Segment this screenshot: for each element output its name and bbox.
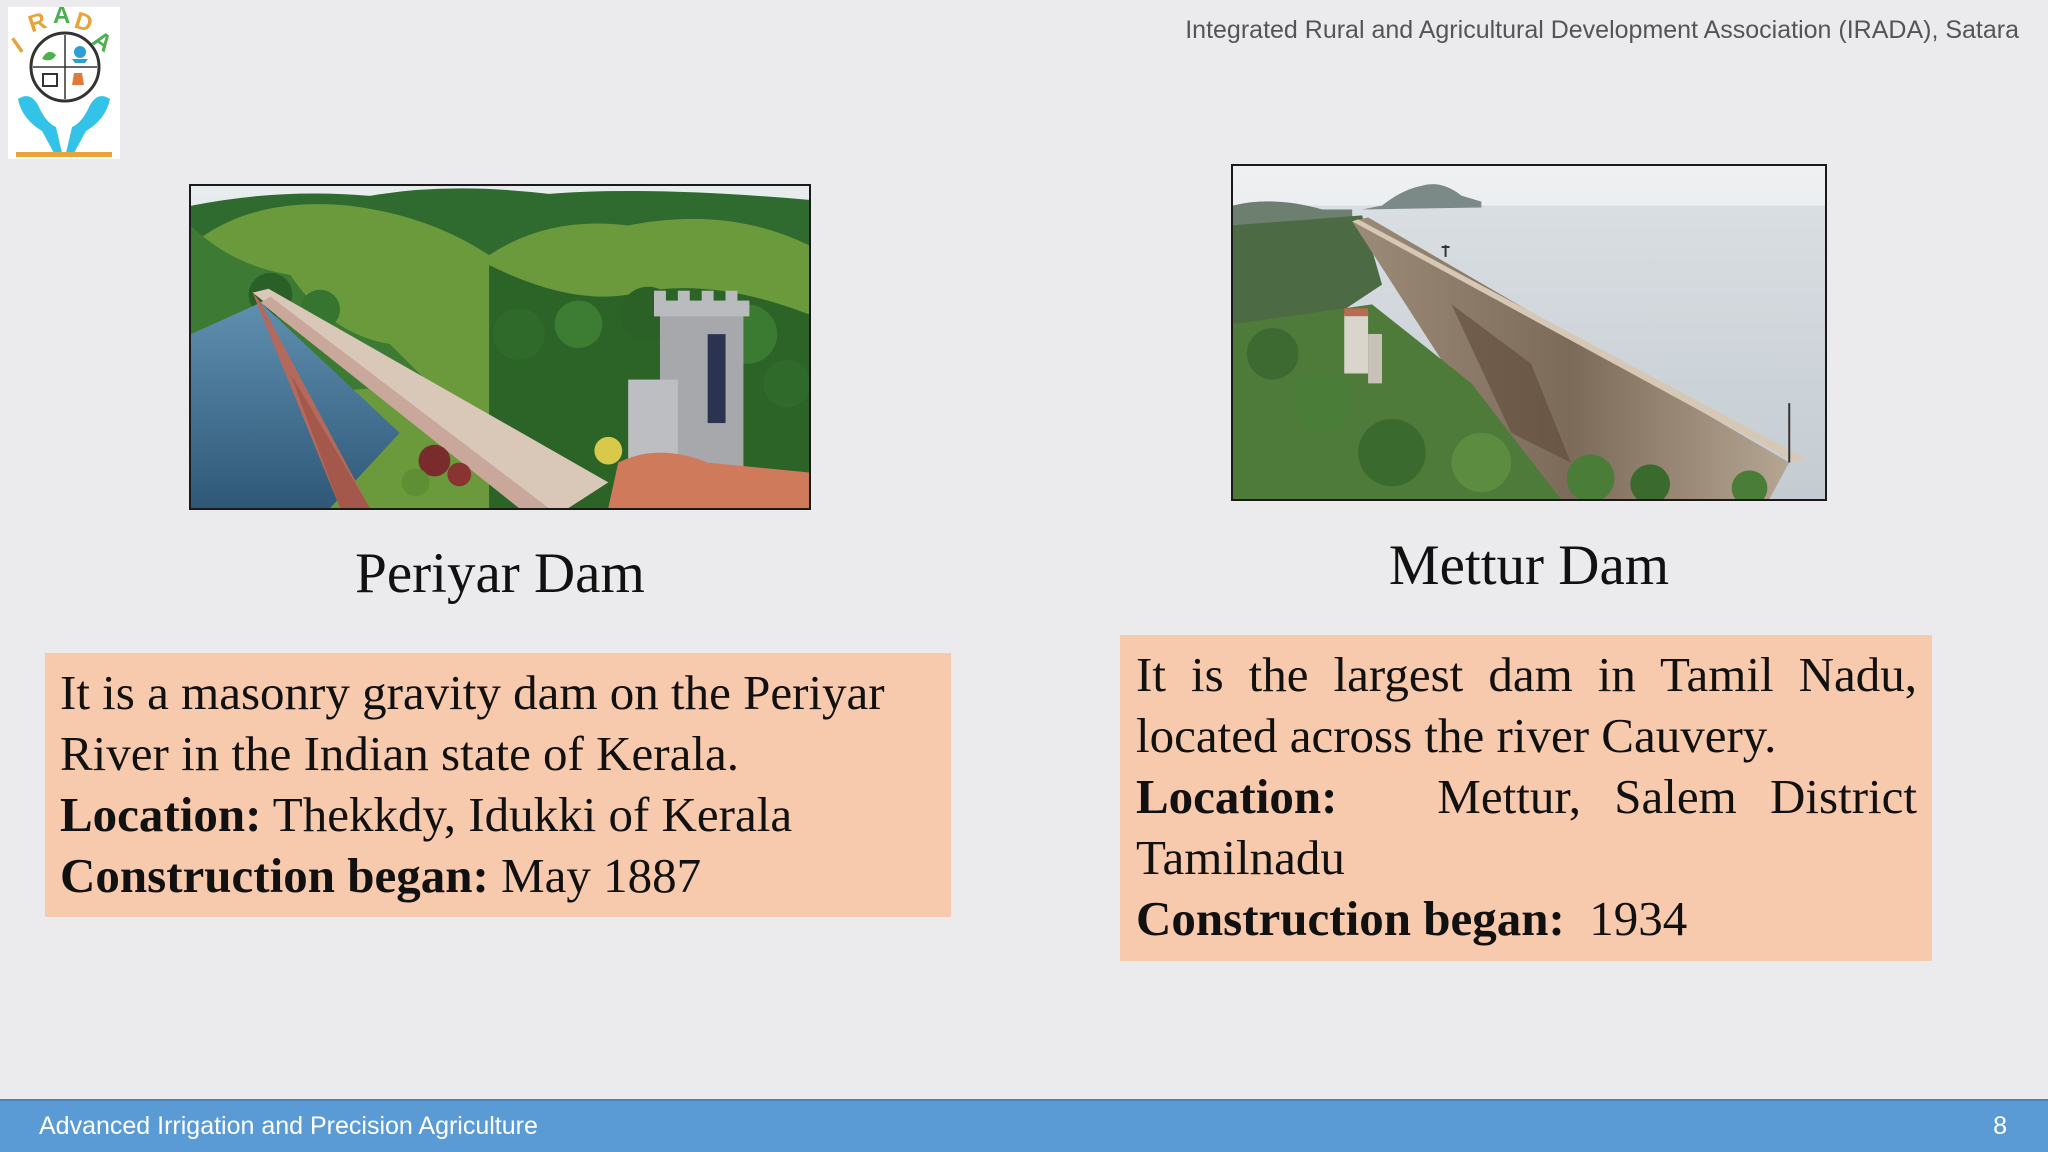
construction-value: May 1887 (488, 848, 702, 903)
mettur-location: Location: Mettur, Salem District Tamilna… (1136, 766, 1917, 888)
page-number: 8 (1993, 1112, 2007, 1140)
footer-bar: Advanced Irrigation and Precision Agricu… (0, 1099, 2048, 1152)
irada-logo: I R A D A (7, 2, 120, 159)
periyar-dam-title: Periyar Dam (355, 542, 645, 605)
location-label: Location: (60, 787, 262, 842)
mettur-description: It is the largest dam in Tamil Nadu, loc… (1136, 647, 1917, 763)
mettur-dam-photo (1231, 164, 1827, 501)
presentation-title: Advanced Irrigation and Precision Agricu… (39, 1112, 538, 1140)
location-label: Location: (1136, 769, 1338, 824)
mettur-dam-title: Mettur Dam (1388, 534, 1670, 597)
location-value: Thekkdy, Idukki of Kerala (261, 787, 793, 842)
periyar-location: Location: Thekkdy, Idukki of Kerala (60, 784, 937, 845)
periyar-dam-photo (189, 184, 811, 510)
periyar-info-box: It is a masonry gravity dam on the Periy… (45, 653, 951, 917)
mettur-info-box: It is the largest dam in Tamil Nadu, loc… (1120, 635, 1932, 961)
periyar-construction: Construction began: May 1887 (60, 845, 937, 906)
construction-label: Construction began: (1136, 891, 1565, 946)
organization-header: Integrated Rural and Agricultural Develo… (1185, 16, 2019, 44)
construction-label: Construction began: (60, 848, 489, 903)
construction-value: 1934 (1564, 891, 1688, 946)
mettur-dam-illustration (1233, 166, 1825, 499)
periyar-description: It is a masonry gravity dam on the Periy… (60, 665, 885, 781)
svg-text:A: A (53, 7, 70, 29)
periyar-dam-illustration (191, 186, 809, 508)
mettur-construction: Construction began: 1934 (1136, 888, 1917, 949)
logo-graphic: I R A D A (7, 2, 120, 159)
